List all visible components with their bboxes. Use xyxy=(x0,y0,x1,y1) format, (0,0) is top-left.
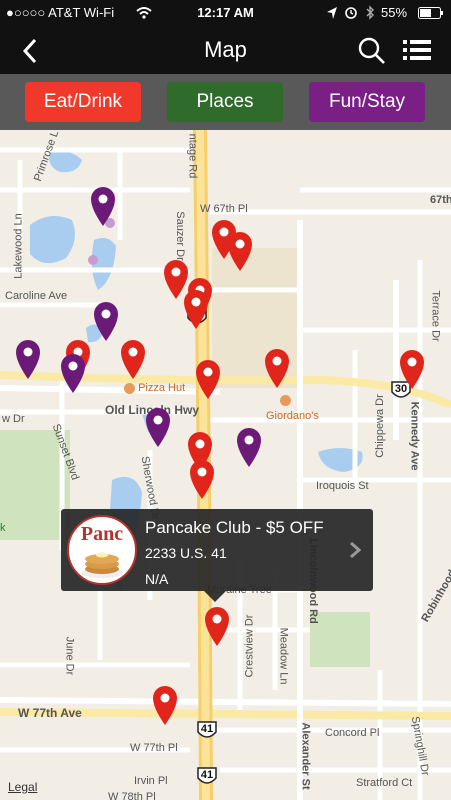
street-label: Lakewood Ln xyxy=(12,213,25,279)
callout-pointer xyxy=(204,591,226,602)
map-pin-eat-drink-selected[interactable] xyxy=(203,605,231,647)
map-pin-eat-drink[interactable] xyxy=(194,358,222,400)
logo-text: Panc xyxy=(80,523,124,545)
street-label: Sauzer Dr xyxy=(173,211,186,261)
street-label: Alexander St xyxy=(299,722,312,790)
street-label: Iroquois St xyxy=(316,480,369,492)
callout-extra: N/A xyxy=(145,571,169,587)
map-pin-eat-drink[interactable] xyxy=(119,338,147,380)
street-label: Irvin Pl xyxy=(134,775,168,787)
map-pin-eat-drink[interactable] xyxy=(226,230,254,272)
map-pin-fun-stay[interactable] xyxy=(14,338,42,380)
map-pin-eat-drink[interactable] xyxy=(263,347,291,389)
list-icon[interactable] xyxy=(403,39,431,61)
callout-title: Pancake Club - $5 OFF xyxy=(145,518,324,537)
battery-percent: 55% xyxy=(381,5,408,20)
battery-icon xyxy=(418,7,443,19)
poi-label-giordanos: Giordano's xyxy=(266,410,319,422)
map-pin-fun-stay[interactable] xyxy=(59,352,87,394)
alarm-icon xyxy=(345,7,357,19)
street-label: Kennedy Ave xyxy=(408,401,421,471)
street-label: W 77th Pl xyxy=(130,742,178,754)
restaurant-icon xyxy=(280,395,291,406)
map-pin-fun-stay[interactable] xyxy=(235,426,263,468)
route-shield-us41: 41 xyxy=(196,720,218,742)
map-pin-eat-drink[interactable] xyxy=(182,288,210,330)
street-label: W 67th Pl xyxy=(200,203,248,215)
street-label: 67th xyxy=(430,194,451,206)
street-label: k xyxy=(0,522,6,534)
street-label: Terrace Dr xyxy=(429,290,442,342)
street-label: w Dr xyxy=(2,413,25,425)
map-pin-fun-stay[interactable] xyxy=(89,185,117,227)
filter-eat-drink-button[interactable]: Eat/Drink xyxy=(25,82,141,122)
map-pin-eat-drink[interactable] xyxy=(188,458,216,500)
street-label: Caroline Ave xyxy=(5,290,68,302)
street-label: Meadow Ln xyxy=(277,627,290,685)
lodging-icon xyxy=(88,255,98,265)
callout-address: 2233 U.S. 41 xyxy=(145,545,227,561)
map-pin-fun-stay[interactable] xyxy=(144,406,172,448)
poi-label-pizza-hut: Pizza Hut xyxy=(124,382,185,394)
map-view[interactable]: W 67th Pl 67th Caroline Ave Lakewood Ln … xyxy=(0,130,451,800)
filter-places-button[interactable]: Places xyxy=(167,82,283,122)
street-label: ntage Rd xyxy=(186,133,199,179)
filter-bar: Eat/Drink Places Fun/Stay xyxy=(0,74,451,130)
map-pin-eat-drink[interactable] xyxy=(151,684,179,726)
restaurant-icon xyxy=(124,382,135,394)
status-bar: ●○○○○ AT&T Wi-Fi 12:17 AM 55% xyxy=(0,0,451,26)
street-label: W 78th Pl xyxy=(108,791,156,800)
search-icon[interactable] xyxy=(358,37,386,65)
nav-bar: Map xyxy=(0,26,451,74)
street-label: Stratford Ct xyxy=(356,777,413,789)
legal-link[interactable]: Legal xyxy=(8,780,37,794)
map-pin-eat-drink[interactable] xyxy=(398,348,426,390)
pancake-stack-icon xyxy=(81,552,123,578)
bluetooth-icon xyxy=(366,5,374,20)
place-callout[interactable]: Panc Pancake Club - $5 OFF 2233 U.S. 41 … xyxy=(61,509,373,591)
street-label: Concord Pl xyxy=(325,727,380,739)
street-label: June Dr xyxy=(63,636,76,676)
place-logo: Panc xyxy=(67,515,137,585)
filter-fun-stay-button[interactable]: Fun/Stay xyxy=(309,82,425,122)
chevron-right-icon[interactable] xyxy=(349,541,361,559)
map-pin-fun-stay[interactable] xyxy=(92,300,120,342)
street-label: Chippewa Dr xyxy=(373,394,386,458)
street-label: Crestview Dr xyxy=(243,614,256,678)
street-label: W 77th Ave xyxy=(18,706,82,720)
route-shield-us41: 41 xyxy=(196,766,218,788)
location-arrow-icon xyxy=(327,7,337,19)
